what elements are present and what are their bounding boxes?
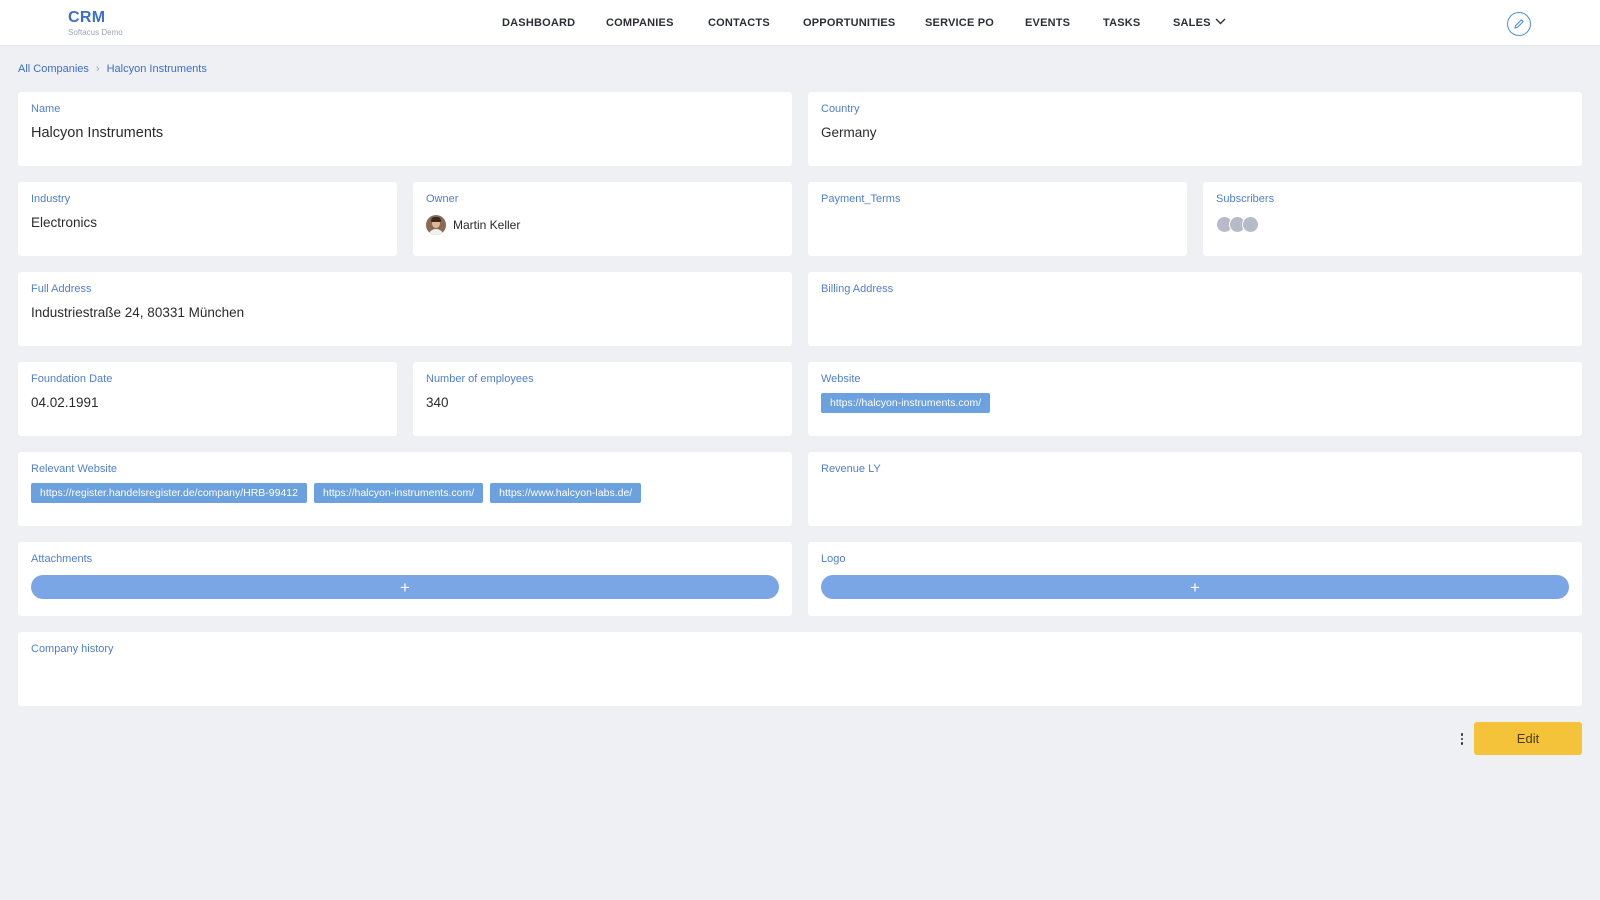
field-foundation-date[interactable]: Foundation Date 04.02.1991 [18, 362, 397, 436]
field-label: Name [31, 103, 61, 115]
nav-service-po[interactable]: SERVICE PO [925, 17, 994, 29]
breadcrumb-current[interactable]: Halcyon Instruments [107, 63, 207, 75]
subscriber-avatar[interactable] [1242, 216, 1259, 233]
field-relevant-website[interactable]: Relevant Website https://register.handel… [18, 452, 792, 526]
field-label: Owner [426, 193, 459, 205]
more-options-icon[interactable] [1455, 731, 1469, 747]
relevant-website-link-chip[interactable]: https://halcyon-instruments.com/ [313, 483, 484, 503]
field-label: Company history [31, 643, 114, 655]
field-billing-address[interactable]: Billing Address [808, 272, 1582, 346]
field-label: Foundation Date [31, 373, 113, 385]
nav-tasks[interactable]: TASKS [1103, 17, 1140, 29]
nav-sales-label: SALES [1173, 17, 1211, 29]
field-employees[interactable]: Number of employees 340 [413, 362, 792, 436]
field-country[interactable]: Country Germany [808, 92, 1582, 166]
breadcrumb-separator: › [95, 63, 100, 75]
add-attachment-button[interactable]: + [31, 575, 779, 599]
field-industry[interactable]: Industry Electronics [18, 182, 397, 256]
field-logo: Logo + [808, 542, 1582, 616]
add-logo-button[interactable]: + [821, 575, 1569, 599]
website-links: https://halcyon-instruments.com/ [821, 393, 991, 413]
field-label: Attachments [31, 553, 93, 565]
avatar [426, 215, 446, 235]
field-attachments: Attachments + [18, 542, 792, 616]
relevant-website-links: https://register.handelsregister.de/comp… [31, 483, 642, 503]
field-value: Electronics [31, 215, 98, 230]
field-website[interactable]: Website https://halcyon-instruments.com/ [808, 362, 1582, 436]
field-label: Country [821, 103, 860, 115]
plus-icon: + [400, 577, 410, 597]
nav-contacts[interactable]: CONTACTS [708, 17, 770, 29]
field-name[interactable]: Name Halcyon Instruments [18, 92, 792, 166]
chevron-down-icon [1215, 18, 1226, 25]
pencil-icon-glyph [1514, 19, 1524, 29]
subscriber-avatars [1216, 216, 1259, 233]
breadcrumb-all-companies[interactable]: All Companies [18, 63, 89, 75]
field-label: Revenue LY [821, 463, 881, 475]
field-value: 04.02.1991 [31, 395, 99, 410]
nav-events[interactable]: EVENTS [1025, 17, 1070, 29]
field-value: Halcyon Instruments [31, 125, 164, 141]
edit-button[interactable]: Edit [1474, 722, 1582, 755]
nav-sales[interactable]: SALES [1173, 17, 1226, 29]
top-navigation-bar: CRM Softacus Demo DASHBOARD COMPANIES CO… [0, 0, 1600, 46]
breadcrumb: All Companies › Halcyon Instruments [18, 63, 207, 75]
field-label: Billing Address [821, 283, 894, 295]
owner-name: Martin Keller [453, 218, 521, 232]
field-owner[interactable]: Owner Martin Keller [413, 182, 792, 256]
field-label: Relevant Website [31, 463, 118, 475]
field-label: Industry [31, 193, 71, 205]
field-full-address[interactable]: Full Address Industriestraße 24, 80331 M… [18, 272, 792, 346]
plus-icon: + [1190, 577, 1200, 597]
field-value: 340 [426, 395, 449, 410]
field-label: Payment_Terms [821, 193, 901, 205]
field-label: Number of employees [426, 373, 534, 385]
owner-user[interactable]: Martin Keller [426, 215, 520, 235]
field-value: Germany [821, 125, 877, 140]
nav-opportunities[interactable]: OPPORTUNITIES [803, 17, 895, 29]
field-subscribers[interactable]: Subscribers [1203, 182, 1582, 256]
nav-dashboard[interactable]: DASHBOARD [502, 17, 575, 29]
nav-companies[interactable]: COMPANIES [606, 17, 674, 29]
relevant-website-link-chip[interactable]: https://www.halcyon-labs.de/ [490, 483, 642, 503]
field-company-history[interactable]: Company history [18, 632, 1582, 706]
field-value: Industriestraße 24, 80331 München [31, 305, 245, 320]
field-label: Full Address [31, 283, 92, 295]
field-label: Subscribers [1216, 193, 1275, 205]
main-nav: DASHBOARD COMPANIES CONTACTS OPPORTUNITI… [0, 0, 1600, 46]
relevant-website-link-chip[interactable]: https://register.handelsregister.de/comp… [31, 483, 307, 503]
field-label: Logo [821, 553, 846, 565]
field-label: Website [821, 373, 861, 385]
website-link-chip[interactable]: https://halcyon-instruments.com/ [821, 393, 991, 413]
pencil-icon[interactable] [1507, 12, 1531, 36]
field-revenue-ly[interactable]: Revenue LY [808, 452, 1582, 526]
field-payment-terms[interactable]: Payment_Terms [808, 182, 1187, 256]
